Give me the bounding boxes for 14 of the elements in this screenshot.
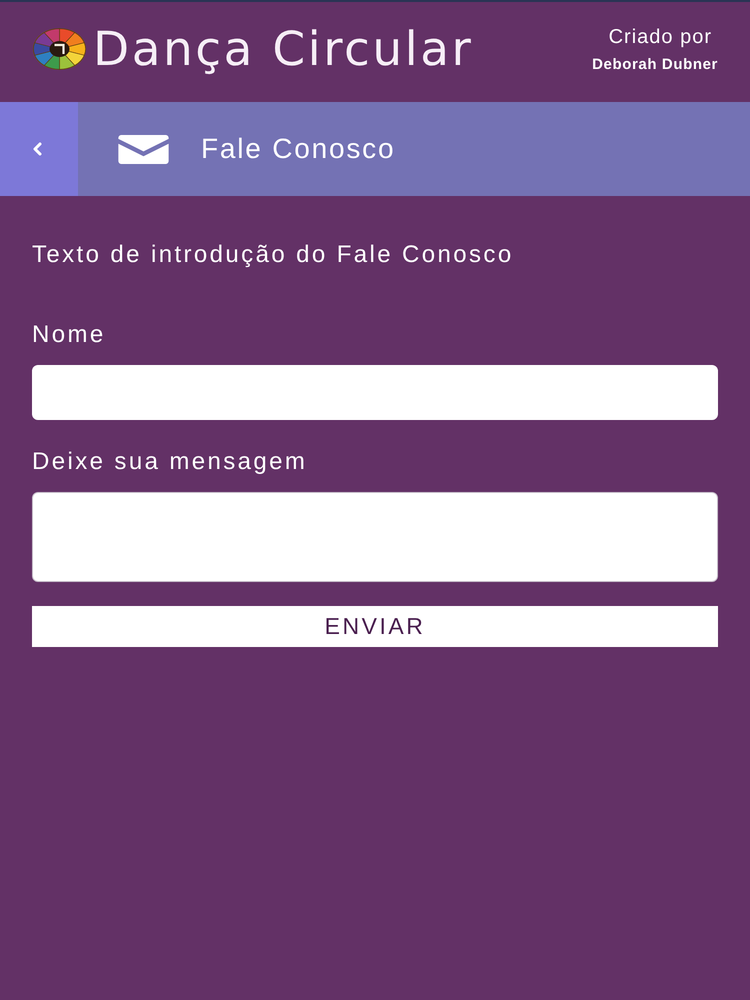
credit-label: Criado por [608,26,712,46]
app-title: Dança Circular [93,26,474,72]
name-input-field[interactable] [32,365,718,420]
field-label: Nome [32,320,107,350]
intro-text: Texto de introdução do Fale Conosco [32,240,515,270]
submit-button[interactable]: ENVIAR [32,606,718,647]
chevron-left-icon [32,142,42,156]
message-text-area[interactable] [32,492,718,582]
back-button[interactable] [0,102,78,196]
color-wheel-logo-icon [32,28,87,70]
field-label: Deixe sua mensagem [32,447,308,477]
page-title: Fale Conosco [201,133,396,165]
author-name: Deborah Dubner [592,56,718,72]
envelope-icon [118,134,169,164]
